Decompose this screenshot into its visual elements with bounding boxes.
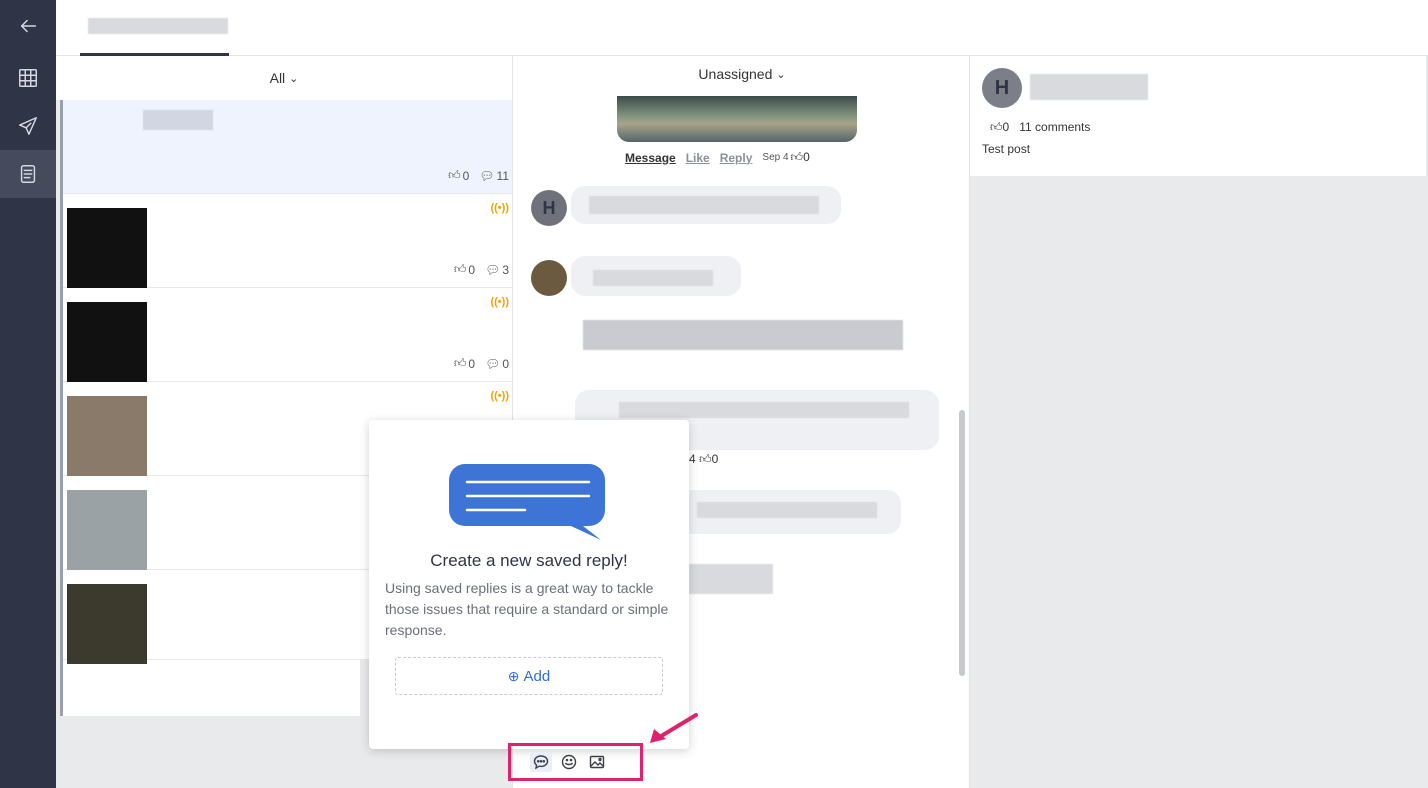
like-count: 👍︎0: [790, 150, 810, 164]
nav-back[interactable]: [0, 2, 56, 50]
saved-reply-icon[interactable]: [530, 752, 552, 772]
avatar: H: [982, 68, 1022, 108]
list-item[interactable]: ((•)) 👍︎ 0 💬︎ 3: [63, 194, 515, 288]
item-thumbnail: [67, 396, 147, 476]
live-broadcast-icon: ((•)): [490, 296, 509, 308]
popup-title: Create a new saved reply!: [430, 551, 628, 570]
item-thumbnail: [67, 490, 147, 570]
nav-publish[interactable]: [0, 102, 56, 150]
chat-bubble-illustration-icon: [449, 464, 605, 540]
item-thumbnail: [67, 302, 147, 382]
message-date: Sep 4: [762, 152, 789, 163]
reply-meta: 4 👍︎0: [689, 452, 719, 466]
comment-text-redacted: [593, 270, 713, 286]
item-thumbnail: [67, 208, 147, 288]
item-thumbnail: [67, 584, 147, 664]
item-stats: 👍︎ 0 💬︎ 0: [454, 356, 509, 371]
top-bar: [56, 0, 1428, 56]
reply-redacted: [583, 320, 903, 350]
chevron-down-icon: ⌄: [776, 68, 786, 81]
item-text-redacted: [143, 110, 213, 130]
like-count: 👍︎0: [448, 168, 470, 183]
emoji-icon[interactable]: [558, 752, 580, 772]
account-tab[interactable]: [80, 0, 229, 56]
conversation-list: 👍︎ 0 💬︎ 11 ((•)) 👍︎ 0 💬︎ 3 ((•)) 👍︎ 0 💬︎ 0: [60, 100, 515, 716]
comment-text-redacted: [589, 196, 819, 214]
image-icon[interactable]: [586, 752, 608, 772]
plus-circle-icon: ⊕: [507, 667, 520, 684]
assignee-dropdown[interactable]: Unassigned ⌄: [513, 56, 971, 92]
author-name-redacted: [1030, 74, 1148, 100]
item-stats: 👍︎ 0 💬︎ 11: [448, 168, 509, 183]
chevron-down-icon: ⌄: [289, 72, 299, 85]
comment-bubble: [571, 256, 741, 296]
assignee-label: Unassigned: [698, 66, 773, 82]
comment-bubble: [571, 186, 841, 224]
left-nav: [0, 0, 56, 788]
annotation-arrow-icon: [650, 713, 698, 743]
comment-text-redacted: [697, 502, 877, 518]
list-filter-dropdown[interactable]: All ⌄: [56, 56, 512, 100]
list-item[interactable]: ((•)) 👍︎ 0 💬︎ 0: [63, 288, 515, 382]
comment-count: 💬︎ 3: [485, 262, 509, 277]
popup-description: Using saved replies is a great way to ta…: [385, 580, 669, 638]
live-broadcast-icon: ((•)): [490, 390, 509, 402]
message-link[interactable]: Message: [625, 151, 676, 165]
back-arrow-icon: [20, 19, 37, 33]
like-count: 👍︎0: [453, 356, 476, 371]
message-actions: Message Like Reply Sep 4 👍︎0: [625, 150, 810, 165]
thread-scrollbar[interactable]: [959, 410, 965, 676]
post-image: [617, 96, 857, 142]
comments-count[interactable]: 11 comments: [1019, 120, 1090, 135]
filter-label: All: [269, 70, 286, 86]
item-stats: 👍︎ 0 💬︎ 3: [454, 262, 509, 277]
post-text: Test post: [982, 142, 1031, 156]
avatar: H: [531, 190, 567, 226]
saved-reply-popup: Create a new saved reply! Using saved re…: [369, 420, 689, 749]
add-saved-reply-button[interactable]: ⊕ Add: [395, 657, 663, 695]
account-name-redacted: [88, 18, 228, 34]
attachment-redacted: [689, 564, 773, 594]
add-label: Add: [523, 667, 551, 685]
post-stats: 👍︎0 11 comments: [990, 120, 1090, 135]
avatar: [531, 260, 567, 296]
post-details-panel: H 👍︎0 11 comments Test post: [970, 56, 1428, 788]
nav-inbox[interactable]: [0, 150, 56, 198]
comment-text-redacted: [619, 402, 909, 418]
live-broadcast-icon: ((•)): [490, 202, 509, 214]
comment-count: 💬︎ 11: [479, 168, 509, 183]
like-count: 👍︎0: [453, 262, 476, 277]
nav-dashboard[interactable]: [0, 54, 56, 102]
comment-count: 💬︎ 0: [485, 356, 509, 371]
paper-plane-icon: [19, 117, 37, 135]
comment-bubble: [673, 490, 901, 534]
list-item[interactable]: 👍︎ 0 💬︎ 11: [63, 100, 515, 194]
reply-link[interactable]: Reply: [720, 151, 753, 165]
document-list-icon: [20, 165, 36, 183]
like-link[interactable]: Like: [686, 151, 710, 165]
like-count: 👍︎0: [990, 120, 1010, 134]
post-card: H 👍︎0 11 comments Test post: [970, 56, 1426, 176]
grid-icon: [19, 69, 37, 87]
